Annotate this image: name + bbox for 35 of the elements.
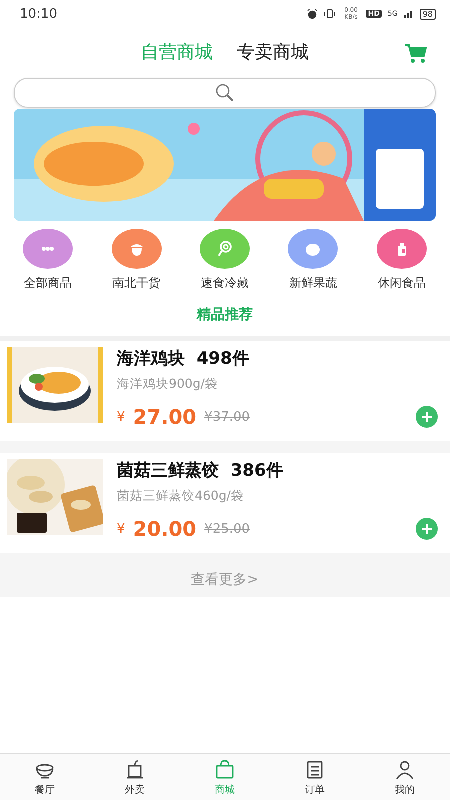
product-name: 菌菇三鲜蒸饺 386件: [117, 460, 284, 482]
vibrate-icon: [324, 9, 336, 19]
product-name: 海洋鸡块 498件: [117, 348, 250, 370]
original-price: ¥37.00: [204, 410, 250, 424]
nav-tab[interactable]: 订单: [285, 758, 345, 796]
plus-icon: [421, 523, 433, 535]
original-price: ¥25.00: [204, 522, 250, 536]
status-time: 10:10: [20, 6, 58, 22]
product-price: 20.00: [133, 517, 197, 541]
product-price: 27.00: [133, 405, 197, 429]
product-card[interactable]: 菌菇三鲜蒸饺 386件 菌菇三鲜蒸饺460g/袋 ¥ 20.00 ¥25.00: [0, 453, 450, 553]
plus-icon: [421, 411, 433, 423]
search-field[interactable]: [14, 78, 436, 108]
currency-sign: ¥: [117, 522, 126, 536]
cart-icon[interactable]: [404, 42, 428, 64]
category-button[interactable]: 休闲食品: [360, 229, 444, 292]
search-icon: [215, 83, 235, 103]
product-spec: 菌菇三鲜蒸饺460g/袋: [117, 488, 246, 505]
alarm-icon: [307, 8, 318, 20]
nav-tab[interactable]: 外卖: [105, 758, 165, 796]
add-button[interactable]: [416, 518, 438, 540]
battery-level: 98: [420, 8, 436, 20]
product-spec: 海洋鸡块900g/袋: [117, 376, 220, 393]
category-button[interactable]: 南北干货: [94, 229, 179, 292]
store-tab[interactable]: 专卖商城: [237, 36, 309, 68]
currency-sign: ¥: [117, 410, 126, 424]
add-button[interactable]: [416, 406, 438, 428]
category-button[interactable]: 速食冷藏: [182, 229, 267, 292]
signal-icon: [404, 10, 414, 18]
category-button[interactable]: 新鲜果蔬: [271, 229, 356, 292]
nav-tab[interactable]: 我的: [375, 758, 435, 796]
nav-tab[interactable]: 餐厅: [15, 758, 75, 796]
product-card[interactable]: 海洋鸡块 498件 海洋鸡块900g/袋 ¥ 27.00 ¥37.00: [0, 341, 450, 441]
category-button[interactable]: 全部商品: [6, 229, 90, 292]
section-title: 精品推荐: [196, 306, 254, 325]
